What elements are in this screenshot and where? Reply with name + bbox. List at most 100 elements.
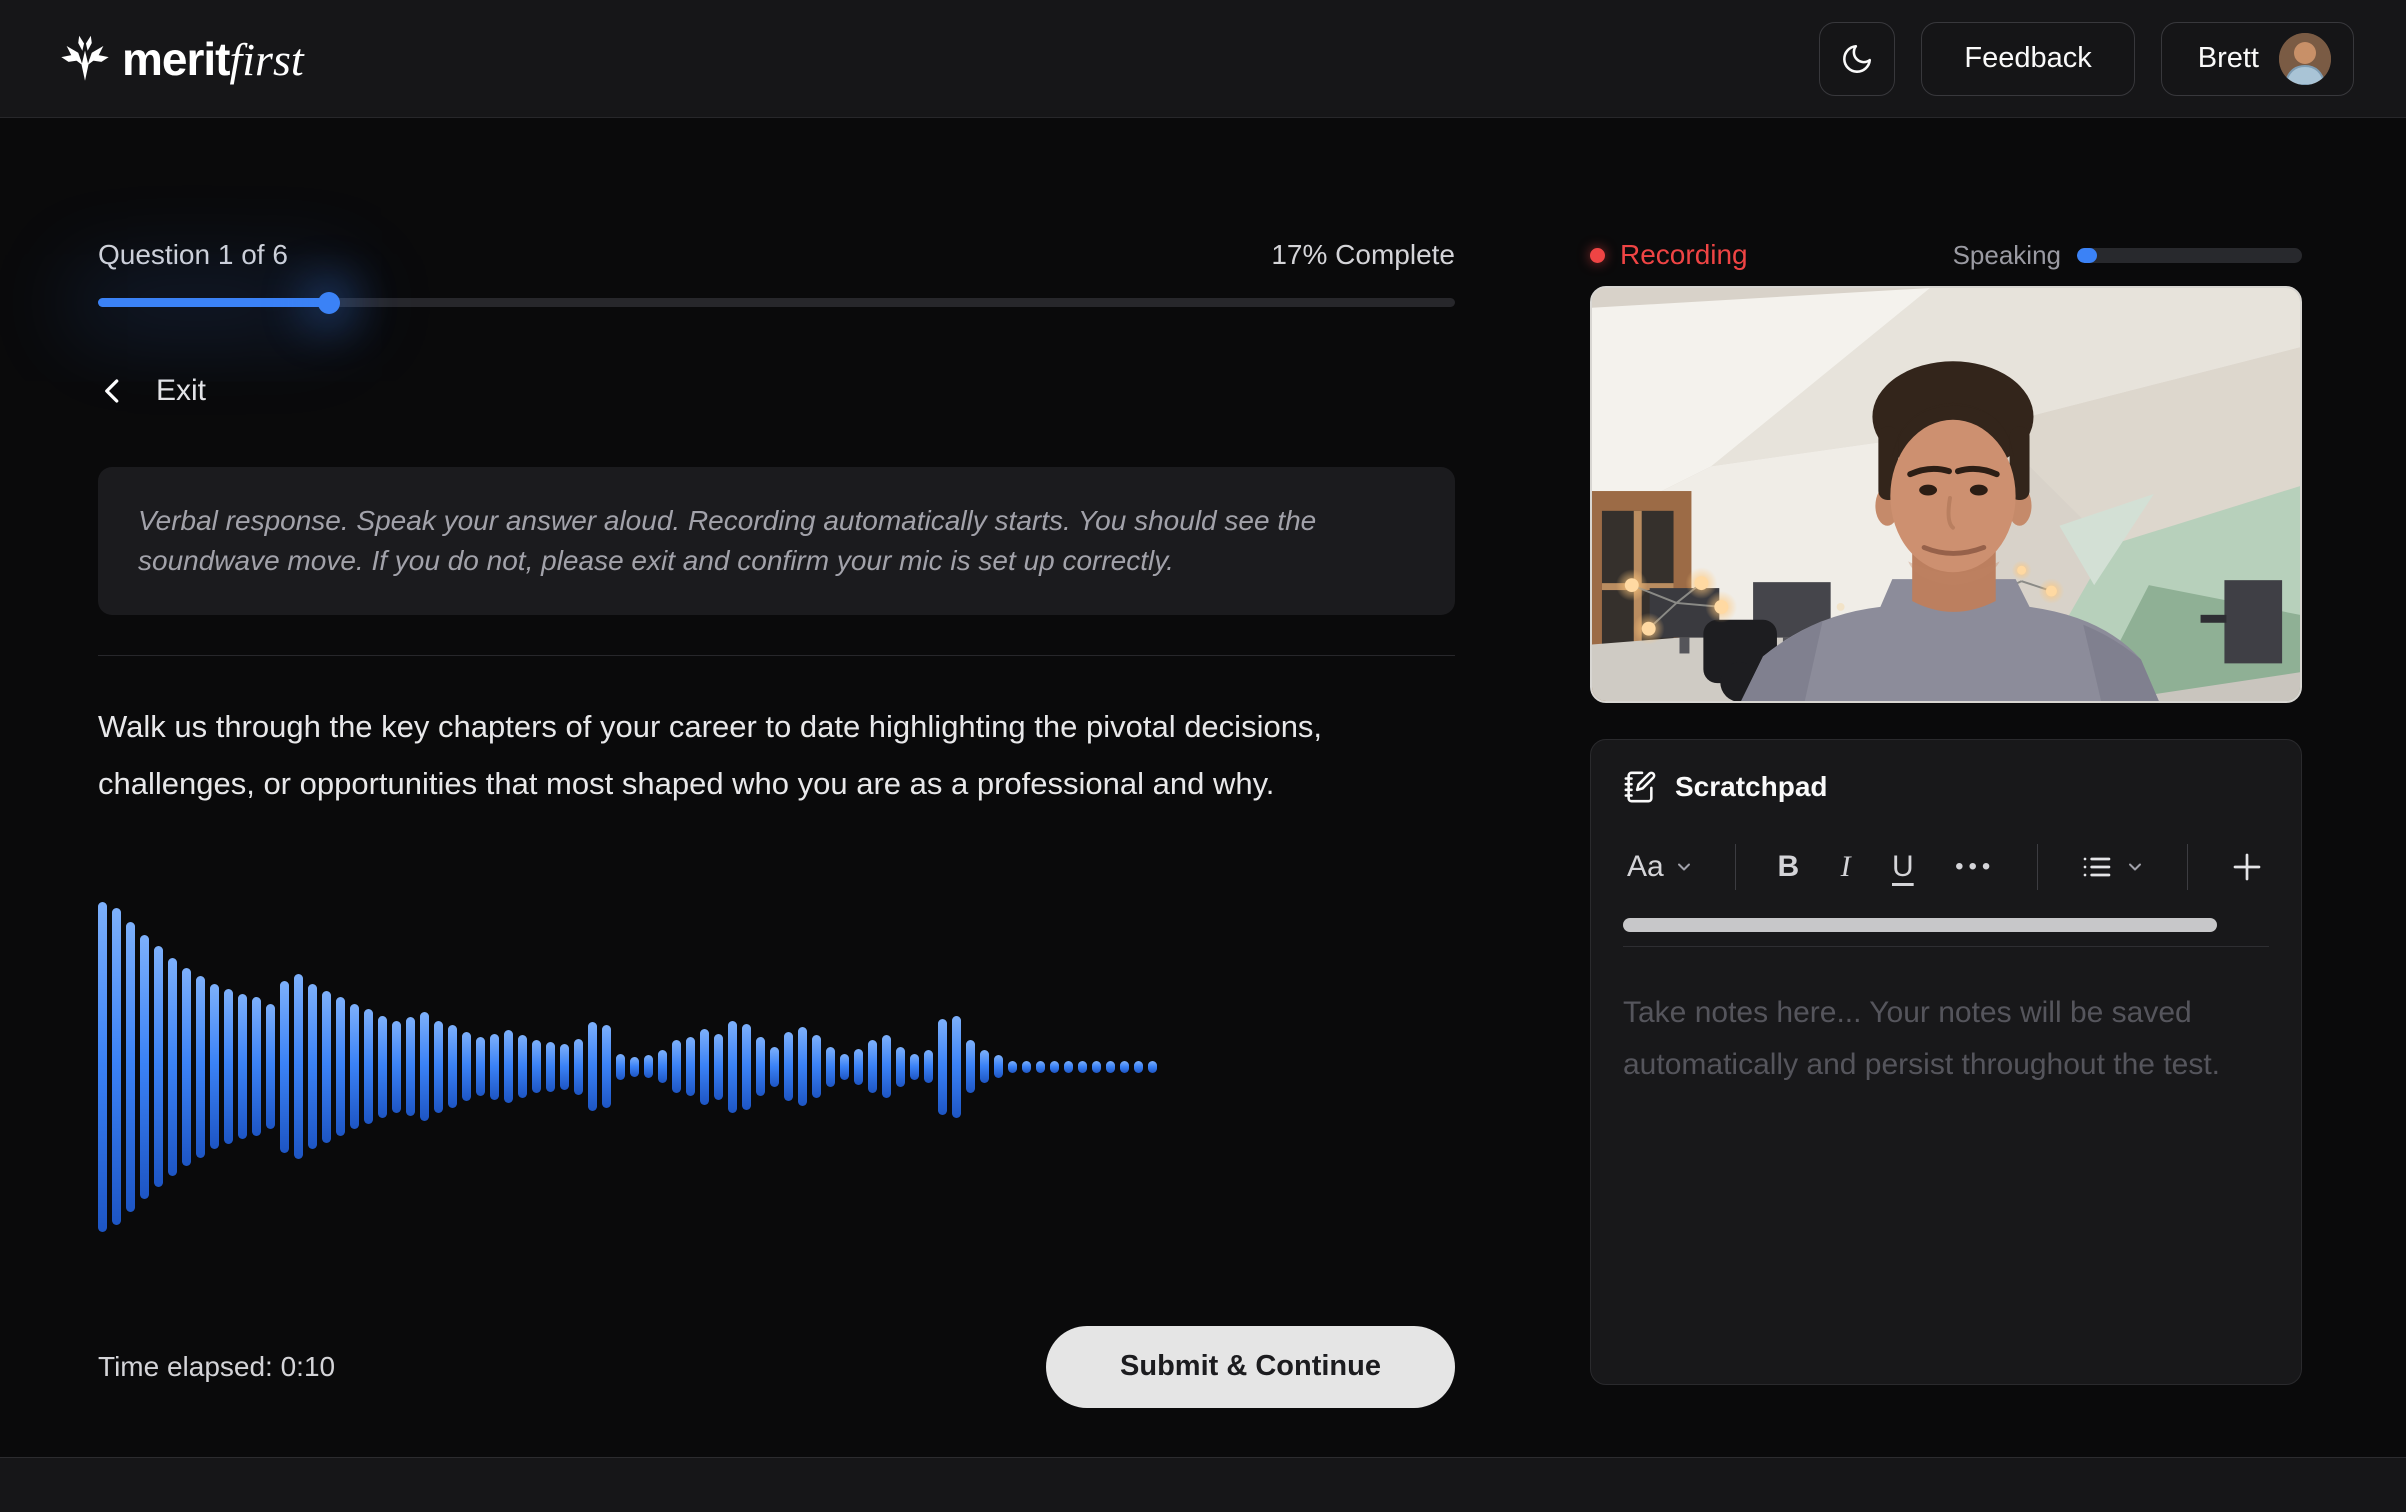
waveform-bar <box>994 1055 1003 1078</box>
waveform <box>98 897 1157 1237</box>
waveform-bar <box>630 1057 639 1077</box>
waveform-bar <box>476 1037 485 1096</box>
feedback-button[interactable]: Feedback <box>1921 22 2134 96</box>
waveform-bar <box>294 974 303 1159</box>
chevron-down-icon <box>2125 857 2145 877</box>
list-dropdown[interactable] <box>2079 851 2145 883</box>
waveform-bar <box>434 1021 443 1113</box>
waveform-bar <box>1120 1061 1129 1073</box>
theme-toggle-button[interactable] <box>1819 22 1895 96</box>
waveform-bar <box>910 1054 919 1080</box>
scratchpad-divider <box>1623 946 2269 947</box>
waveform-bar <box>966 1040 975 1093</box>
user-menu-button[interactable]: Brett <box>2161 22 2354 96</box>
notebook-pen-icon <box>1623 770 1657 804</box>
waveform-bar <box>350 1004 359 1129</box>
toolbar-divider <box>2187 844 2188 890</box>
waveform-bar <box>728 1021 737 1113</box>
waveform-bar <box>448 1025 457 1108</box>
waveform-bar <box>616 1054 625 1080</box>
speaking-level-track <box>2077 248 2302 263</box>
waveform-bar <box>854 1049 863 1085</box>
question-progress-label: Question 1 of 6 <box>98 239 288 271</box>
waveform-bar <box>784 1032 793 1101</box>
exit-button[interactable]: Exit <box>98 371 258 411</box>
brand-name-bold: merit <box>122 32 229 86</box>
waveform-bar <box>182 968 191 1166</box>
waveform-bar <box>378 1016 387 1118</box>
underline-button[interactable]: U <box>1892 850 1914 884</box>
waveform-bar <box>1106 1061 1115 1073</box>
waveform-bar <box>812 1035 821 1098</box>
waveform-bar <box>1092 1061 1101 1073</box>
waveform-bar <box>980 1050 989 1083</box>
brand-name: meritfirst <box>122 32 304 86</box>
submit-continue-button[interactable]: Submit & Continue <box>1046 1326 1455 1408</box>
waveform-bar <box>602 1025 611 1108</box>
waveform-bar <box>210 984 219 1149</box>
section-divider <box>98 655 1455 656</box>
waveform-bar <box>336 997 345 1136</box>
waveform-bar <box>672 1040 681 1093</box>
waveform-bar <box>462 1032 471 1101</box>
question-text: Walk us through the key chapters of your… <box>98 698 1428 812</box>
waveform-bar <box>952 1016 961 1118</box>
notes-editor[interactable]: Take notes here... Your notes will be sa… <box>1623 987 2243 1090</box>
waveform-bar <box>658 1050 667 1083</box>
brand-name-italic: first <box>229 33 303 86</box>
font-style-dropdown[interactable]: Aa <box>1627 850 1694 884</box>
footer-bar <box>0 1457 2406 1512</box>
instruction-text: Verbal response. Speak your answer aloud… <box>138 505 1316 576</box>
speaking-level-fill <box>2077 248 2097 263</box>
camera-panel: Recording Speaking <box>1590 238 2302 1385</box>
waveform-bar <box>308 984 317 1149</box>
recording-status: Recording <box>1590 239 1748 271</box>
percent-complete-label: 17% Complete <box>1271 239 1455 271</box>
waveform-bar <box>896 1047 905 1087</box>
waveform-bar <box>168 958 177 1176</box>
feedback-button-label: Feedback <box>1964 42 2091 75</box>
toolbar-divider <box>2037 844 2038 890</box>
waveform-bar <box>574 1039 583 1095</box>
waveform-bar <box>840 1054 849 1080</box>
speaking-label: Speaking <box>1953 240 2061 271</box>
scratchpad-panel: Scratchpad Aa B I U ••• <box>1590 739 2302 1385</box>
waveform-bar <box>1008 1061 1017 1073</box>
speaking-meter: Speaking <box>1953 240 2302 271</box>
more-options-button[interactable]: ••• <box>1955 853 1995 881</box>
waveform-bar <box>770 1047 779 1087</box>
waveform-bar <box>238 994 247 1139</box>
waveform-bar <box>406 1017 415 1116</box>
italic-button[interactable]: I <box>1841 850 1851 884</box>
waveform-bar <box>532 1040 541 1093</box>
instruction-box: Verbal response. Speak your answer aloud… <box>98 467 1455 615</box>
time-elapsed-label: Time elapsed: 0:10 <box>98 1351 335 1383</box>
recording-label: Recording <box>1620 239 1748 271</box>
waveform-bar <box>154 946 163 1187</box>
progress-bar <box>98 298 1455 307</box>
user-name: Brett <box>2198 42 2259 75</box>
waveform-bar <box>588 1022 597 1111</box>
exit-label: Exit <box>156 374 206 408</box>
waveform-bar <box>140 935 149 1199</box>
waveform-bar <box>1036 1061 1045 1073</box>
recording-dot-icon <box>1590 248 1605 263</box>
moon-icon <box>1840 42 1874 76</box>
waveform-bar <box>252 997 261 1136</box>
waveform-bar <box>560 1044 569 1090</box>
waveform-bar <box>280 981 289 1153</box>
waveform-bar <box>714 1034 723 1100</box>
webcam-video <box>1590 286 2302 703</box>
toolbar-scrollbar-thumb[interactable] <box>1623 918 2217 932</box>
waveform-bar <box>756 1037 765 1096</box>
bold-button[interactable]: B <box>1778 850 1800 884</box>
waveform-bar <box>518 1035 527 1098</box>
waveform-bar <box>882 1035 891 1098</box>
progress-fill <box>98 298 329 307</box>
list-icon <box>2079 851 2115 883</box>
scratchpad-title: Scratchpad <box>1675 771 1828 803</box>
notes-placeholder: Take notes here... Your notes will be sa… <box>1623 996 2220 1081</box>
plus-button[interactable] <box>2229 849 2265 885</box>
waveform-bar <box>686 1037 695 1096</box>
webcam-scene <box>1592 288 2300 701</box>
